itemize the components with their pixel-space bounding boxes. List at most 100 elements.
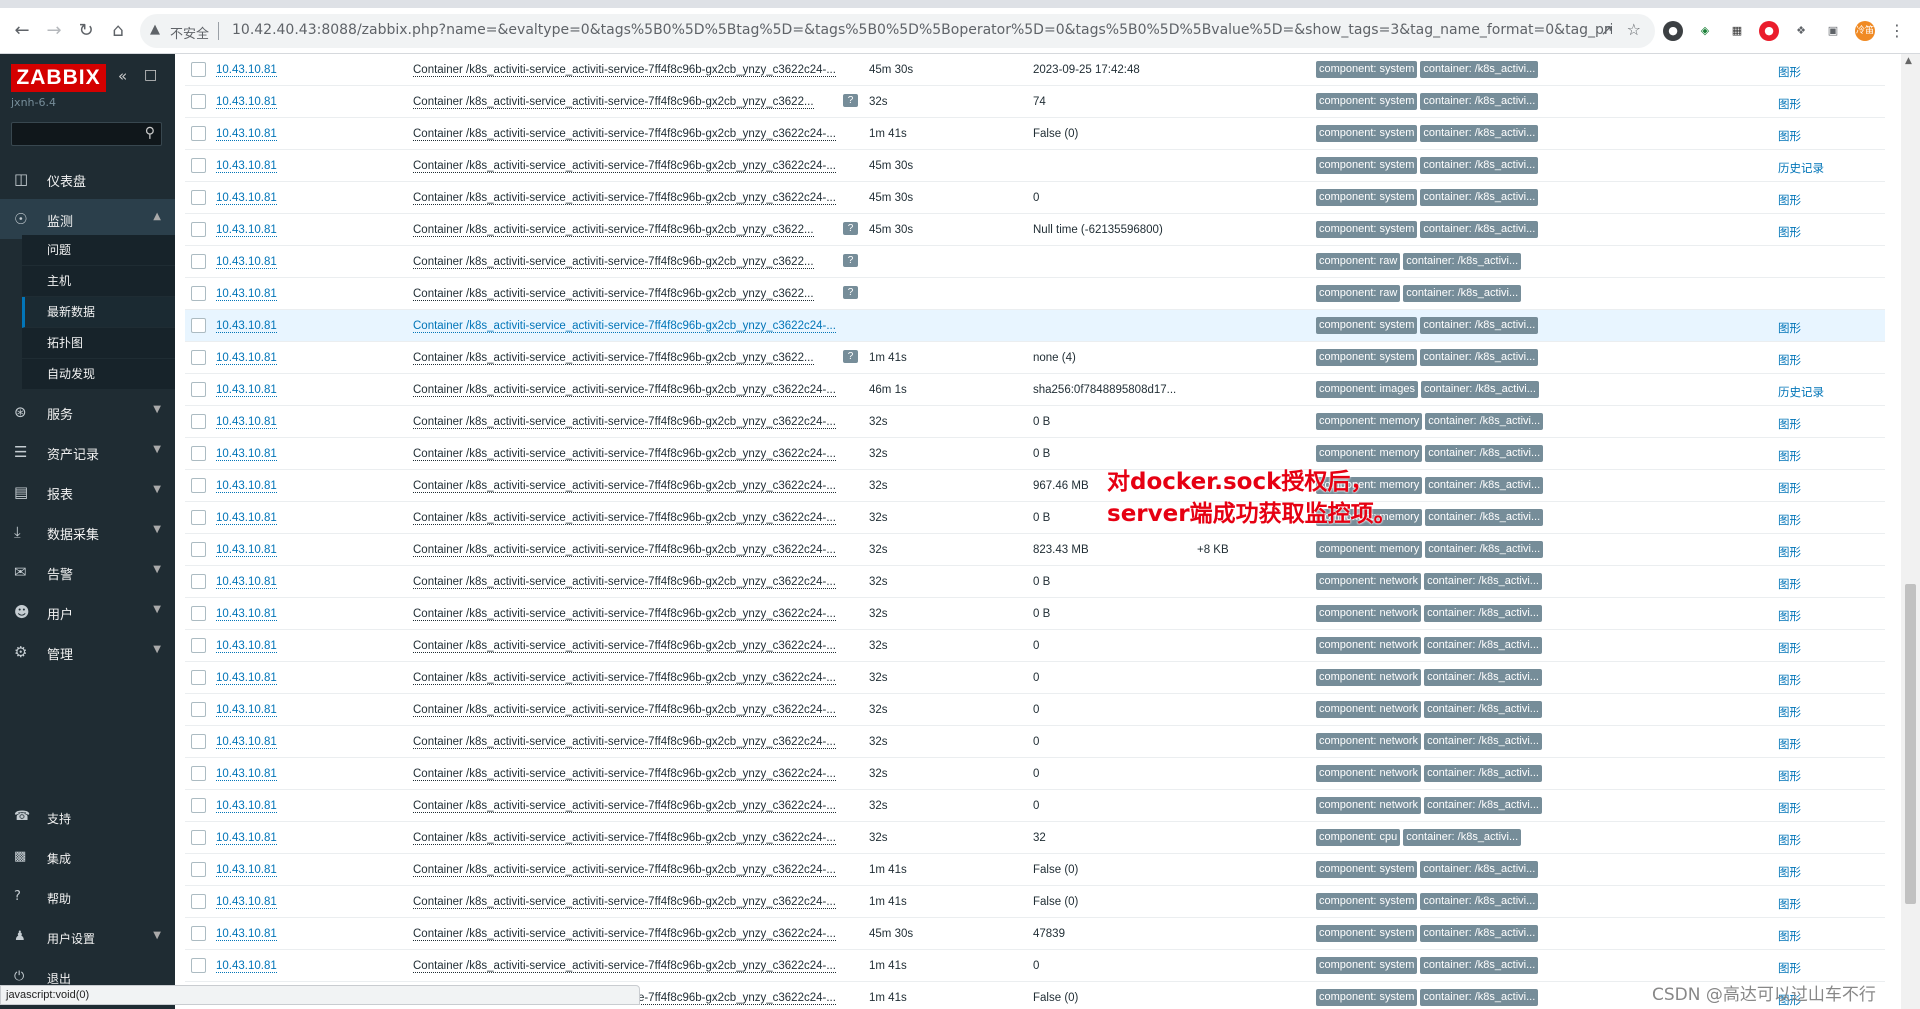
item-action-link[interactable]: 图形 <box>1778 192 1801 208</box>
tag-badge[interactable]: component: system <box>1316 61 1418 78</box>
host-link[interactable]: 10.43.10.81 <box>216 352 277 365</box>
item-name-link[interactable]: Container /k8s_activiti-service_activiti… <box>413 832 836 845</box>
submenu-latest-data[interactable]: 最新数据 <box>22 297 175 328</box>
item-action-link[interactable]: 图形 <box>1778 448 1801 464</box>
tag-badge[interactable]: component: network <box>1316 573 1422 590</box>
tag-badge[interactable]: component: memory <box>1316 413 1423 430</box>
tag-badge[interactable]: component: system <box>1316 893 1418 910</box>
item-action-link[interactable]: 图形 <box>1778 960 1801 976</box>
item-action-link[interactable]: 图形 <box>1778 64 1801 80</box>
back-icon[interactable]: ← <box>10 19 34 43</box>
tag-badge[interactable]: container: /k8s_activi... <box>1425 509 1544 526</box>
host-link[interactable]: 10.43.10.81 <box>216 384 277 397</box>
tag-badge[interactable]: component: system <box>1316 221 1418 238</box>
collapse-sidebar-icon[interactable]: « <box>118 67 127 85</box>
tag-badge[interactable]: component: system <box>1316 957 1418 974</box>
sidepanel-icon[interactable]: ▣ <box>1823 21 1843 41</box>
item-name-link[interactable]: Container /k8s_activiti-service_activiti… <box>413 352 814 365</box>
item-name-link[interactable]: Container /k8s_activiti-service_activiti… <box>413 192 836 205</box>
tag-badge[interactable]: component: system <box>1316 125 1418 142</box>
address-bar[interactable]: ▲ 不安全 10.42.40.43:8088/zabbix.php?name=&… <box>140 14 1655 48</box>
tag-badge[interactable]: component: system <box>1316 861 1418 878</box>
menu-alerts[interactable]: ✉ 告警 ▼ <box>0 552 175 592</box>
item-action-link[interactable]: 图形 <box>1778 672 1801 688</box>
tag-badge[interactable]: component: raw <box>1316 253 1401 270</box>
tag-badge[interactable]: container: /k8s_activi... <box>1420 349 1539 366</box>
row-checkbox[interactable] <box>191 734 206 749</box>
tag-badge[interactable]: component: network <box>1316 765 1422 782</box>
item-name-link[interactable]: Container /k8s_activiti-service_activiti… <box>413 768 836 781</box>
host-link[interactable]: 10.43.10.81 <box>216 128 277 141</box>
tag-badge[interactable]: component: system <box>1316 157 1418 174</box>
row-checkbox[interactable] <box>191 190 206 205</box>
tag-badge[interactable]: component: system <box>1316 925 1418 942</box>
tag-badge[interactable]: container: /k8s_activi... <box>1421 381 1539 398</box>
item-name-link[interactable]: Container /k8s_activiti-service_activiti… <box>413 704 836 717</box>
tag-badge[interactable]: container: /k8s_activi... <box>1424 765 1542 782</box>
host-link[interactable]: 10.43.10.81 <box>216 864 277 877</box>
item-name-link[interactable]: Container /k8s_activiti-service_activiti… <box>413 384 836 397</box>
host-link[interactable]: 10.43.10.81 <box>216 640 277 653</box>
info-icon[interactable]: ? <box>843 286 858 299</box>
host-link[interactable]: 10.43.10.81 <box>216 928 277 941</box>
tag-badge[interactable]: container: /k8s_activi... <box>1403 253 1522 270</box>
info-icon[interactable]: ? <box>843 222 858 235</box>
insecure-label[interactable]: 不安全 <box>170 23 209 42</box>
menu-monitoring[interactable]: ☉ 监测 ▲ <box>0 199 175 239</box>
tag-badge[interactable]: container: /k8s_activi... <box>1424 701 1542 718</box>
item-action-link[interactable]: 图形 <box>1778 480 1801 496</box>
extension-3-icon[interactable]: ▦ <box>1727 21 1747 41</box>
tag-badge[interactable]: container: /k8s_activi... <box>1424 637 1542 654</box>
item-name-link[interactable]: Container /k8s_activiti-service_activiti… <box>413 800 836 813</box>
tag-badge[interactable]: component: network <box>1316 701 1422 718</box>
tag-badge[interactable]: container: /k8s_activi... <box>1425 541 1544 558</box>
row-checkbox[interactable] <box>191 926 206 941</box>
host-link[interactable]: 10.43.10.81 <box>216 768 277 781</box>
row-checkbox[interactable] <box>191 958 206 973</box>
menu-support[interactable]: ☎ 支持 <box>0 800 175 834</box>
home-icon[interactable]: ⌂ <box>106 19 130 43</box>
item-action-link[interactable]: 图形 <box>1778 352 1801 368</box>
item-action-link[interactable]: 图形 <box>1778 768 1801 784</box>
item-action-link[interactable]: 历史记录 <box>1778 160 1824 176</box>
item-action-link[interactable]: 图形 <box>1778 800 1801 816</box>
item-action-link[interactable]: 图形 <box>1778 576 1801 592</box>
item-name-link[interactable]: Container /k8s_activiti-service_activiti… <box>413 544 836 557</box>
host-link[interactable]: 10.43.10.81 <box>216 96 277 109</box>
bookmark-star-icon[interactable]: ☆ <box>1627 20 1641 39</box>
menu-dashboard[interactable]: ◫ 仪表盘 <box>0 159 175 199</box>
row-checkbox[interactable] <box>191 798 206 813</box>
info-icon[interactable]: ? <box>843 94 858 107</box>
row-checkbox[interactable] <box>191 766 206 781</box>
row-checkbox[interactable] <box>191 862 206 877</box>
tag-badge[interactable]: container: /k8s_activi... <box>1420 925 1539 942</box>
item-action-link[interactable]: 图形 <box>1778 96 1801 112</box>
item-name-link[interactable]: Container /k8s_activiti-service_activiti… <box>413 896 836 909</box>
host-link[interactable]: 10.43.10.81 <box>216 704 277 717</box>
row-checkbox[interactable] <box>191 414 206 429</box>
row-checkbox[interactable] <box>191 894 206 909</box>
item-name-link[interactable]: Container /k8s_activiti-service_activiti… <box>413 256 814 269</box>
menu-administration[interactable]: ⚙ 管理 ▼ <box>0 632 175 672</box>
tag-badge[interactable]: component: memory <box>1316 541 1423 558</box>
zabbix-logo[interactable]: ZABBIX <box>11 64 106 92</box>
tag-badge[interactable]: container: /k8s_activi... <box>1424 605 1542 622</box>
row-checkbox[interactable] <box>191 94 206 109</box>
sidebar-search-input[interactable]: ⚲ <box>11 122 162 146</box>
search-icon[interactable]: ⚲ <box>145 125 155 141</box>
tag-badge[interactable]: component: images <box>1316 381 1418 398</box>
tag-badge[interactable]: container: /k8s_activi... <box>1425 445 1544 462</box>
host-link[interactable]: 10.43.10.81 <box>216 288 277 301</box>
tag-badge[interactable]: component: system <box>1316 349 1418 366</box>
host-link[interactable]: 10.43.10.81 <box>216 448 277 461</box>
extension-4-icon[interactable]: ● <box>1759 21 1779 41</box>
tag-badge[interactable]: container: /k8s_activi... <box>1424 733 1542 750</box>
row-checkbox[interactable] <box>191 606 206 621</box>
item-action-link[interactable]: 图形 <box>1778 224 1801 240</box>
browser-menu-icon[interactable]: ⋮ <box>1887 21 1907 41</box>
host-link[interactable]: 10.43.10.81 <box>216 736 277 749</box>
page-scrollbar[interactable]: ▲ <box>1901 54 1920 1009</box>
submenu-problems[interactable]: 问题 <box>22 235 175 266</box>
host-link[interactable]: 10.43.10.81 <box>216 512 277 525</box>
item-name-link[interactable]: Container /k8s_activiti-service_activiti… <box>413 64 836 77</box>
